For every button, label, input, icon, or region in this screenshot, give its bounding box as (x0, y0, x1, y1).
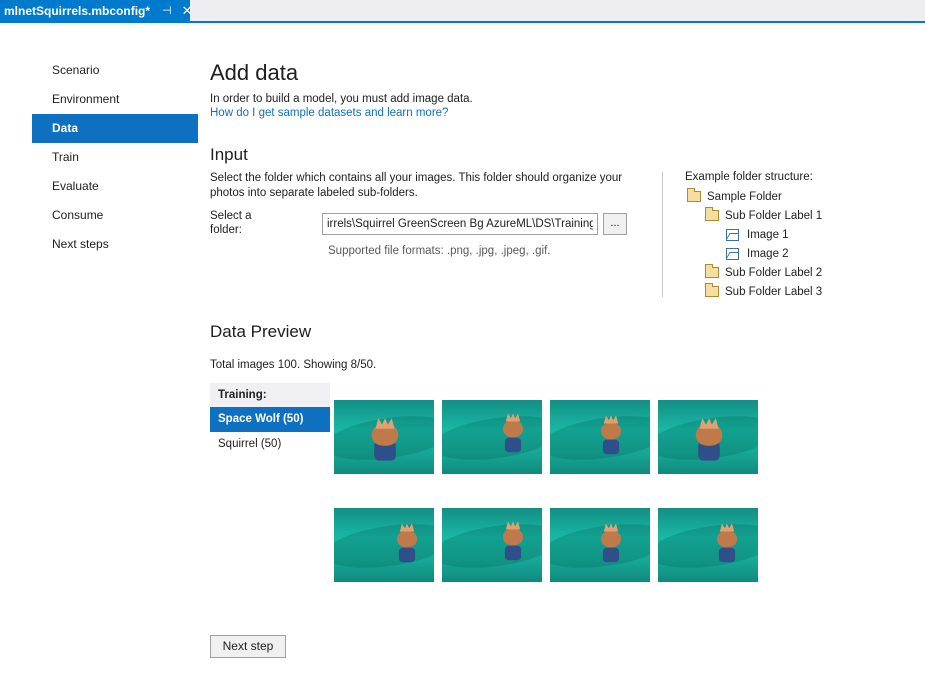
intro-text: In order to build a model, you must add … (210, 93, 473, 105)
folder-icon (705, 264, 719, 278)
example-folder-structure: Example folder structure: Sample Folder … (685, 171, 822, 301)
image-thumbnail[interactable] (442, 508, 542, 582)
document-tab[interactable]: mlnetSquirrels.mbconfig* ⊣ ✕ (0, 0, 193, 21)
image-thumbnail[interactable] (442, 400, 542, 474)
label-list: Training: Space Wolf (50) Squirrel (50) (210, 383, 330, 457)
nav-item-evaluate[interactable]: Evaluate (32, 172, 198, 201)
preview-total-text: Total images 100. Showing 8/50. (210, 359, 377, 371)
help-link[interactable]: How do I get sample datasets and learn m… (210, 107, 448, 119)
document-tab-title: mlnetSquirrels.mbconfig* (4, 3, 151, 18)
vertical-divider (662, 172, 663, 297)
page-title: Add data (210, 60, 299, 85)
label-list-header: Training: (210, 383, 330, 407)
close-icon[interactable]: ✕ (182, 3, 193, 19)
tree-row: Sub Folder Label 3 (685, 282, 822, 301)
input-description: Select the folder which contains all you… (210, 172, 623, 199)
tree-row: Image 2 (685, 244, 822, 263)
nav-item-environment[interactable]: Environment (32, 85, 198, 114)
image-thumbnail[interactable] (550, 508, 650, 582)
tree-row: Sub Folder Label 2 (685, 263, 822, 282)
folder-path-input[interactable] (322, 213, 598, 235)
browse-folder-button[interactable]: ... (603, 213, 627, 235)
nav-item-next-steps[interactable]: Next steps (32, 230, 198, 259)
image-icon (726, 228, 739, 241)
tree-row: Sample Folder (685, 187, 822, 206)
data-preview-title: Data Preview (210, 322, 312, 341)
nav-item-data[interactable]: Data (32, 114, 198, 143)
image-thumbnail[interactable] (334, 508, 434, 582)
input-section-title: Input (210, 145, 248, 164)
tree-row: Image 1 (685, 225, 822, 244)
supported-formats-text: Supported file formats: .png, .jpg, .jpe… (328, 245, 551, 257)
image-icon (726, 247, 739, 260)
nav-item-consume[interactable]: Consume (32, 201, 198, 230)
image-thumbnail[interactable] (658, 508, 758, 582)
tree-row: Sub Folder Label 1 (685, 206, 822, 225)
image-thumbnail[interactable] (334, 400, 434, 474)
folder-icon (705, 207, 719, 221)
nav-item-scenario[interactable]: Scenario (32, 56, 198, 85)
folder-icon (687, 188, 701, 202)
folder-icon (705, 283, 719, 297)
document-tab-strip: mlnetSquirrels.mbconfig* ⊣ ✕ (0, 0, 925, 23)
example-title: Example folder structure: (685, 171, 813, 183)
tree-label: Sub Folder Label 1 (725, 209, 823, 222)
image-thumbnail[interactable] (658, 400, 758, 474)
tree-label: Sample Folder (707, 190, 782, 203)
step-navigation: Scenario Environment Data Train Evaluate… (32, 56, 198, 259)
tree-label: Sub Folder Label 3 (725, 285, 823, 298)
label-item-squirrel[interactable]: Squirrel (50) (210, 432, 330, 457)
next-step-button[interactable]: Next step (210, 635, 286, 658)
nav-item-train[interactable]: Train (32, 143, 198, 172)
image-thumbnail[interactable] (550, 400, 650, 474)
folder-label: Select a folder: (210, 210, 252, 236)
tree-label: Image 1 (747, 228, 789, 241)
label-item-space-wolf[interactable]: Space Wolf (50) (210, 407, 330, 432)
pin-icon[interactable]: ⊣ (162, 4, 172, 17)
tree-label: Image 2 (747, 247, 789, 260)
tree-label: Sub Folder Label 2 (725, 266, 823, 279)
